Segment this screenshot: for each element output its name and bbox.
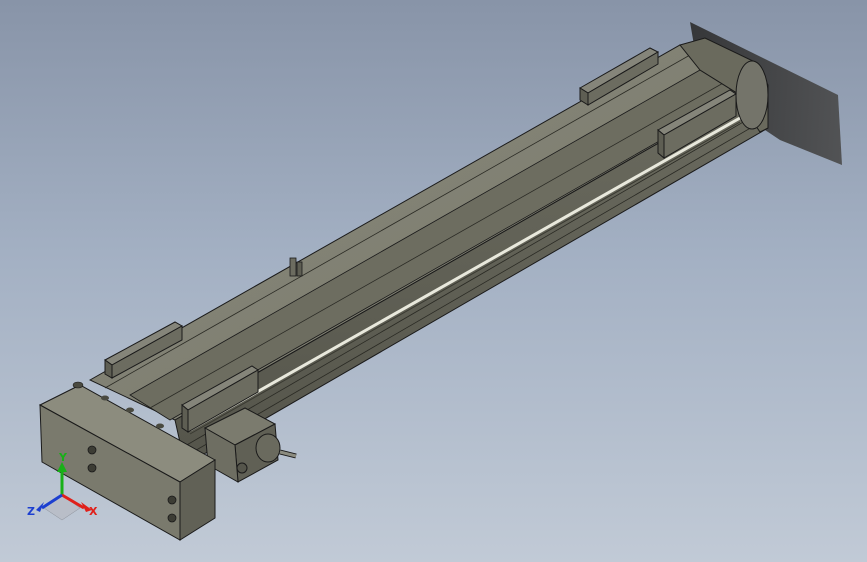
3d-model-view[interactable]: Y X Z (0, 0, 867, 562)
motor-endcap-face (735, 60, 769, 130)
cad-viewport[interactable]: Y X Z (0, 0, 867, 562)
guide-rail (189, 116, 741, 432)
triad-z-label: Z (27, 505, 35, 518)
triad-y-label: Y (58, 451, 68, 464)
triad-x-label: X (89, 505, 98, 518)
body-ridge-2 (149, 81, 726, 409)
